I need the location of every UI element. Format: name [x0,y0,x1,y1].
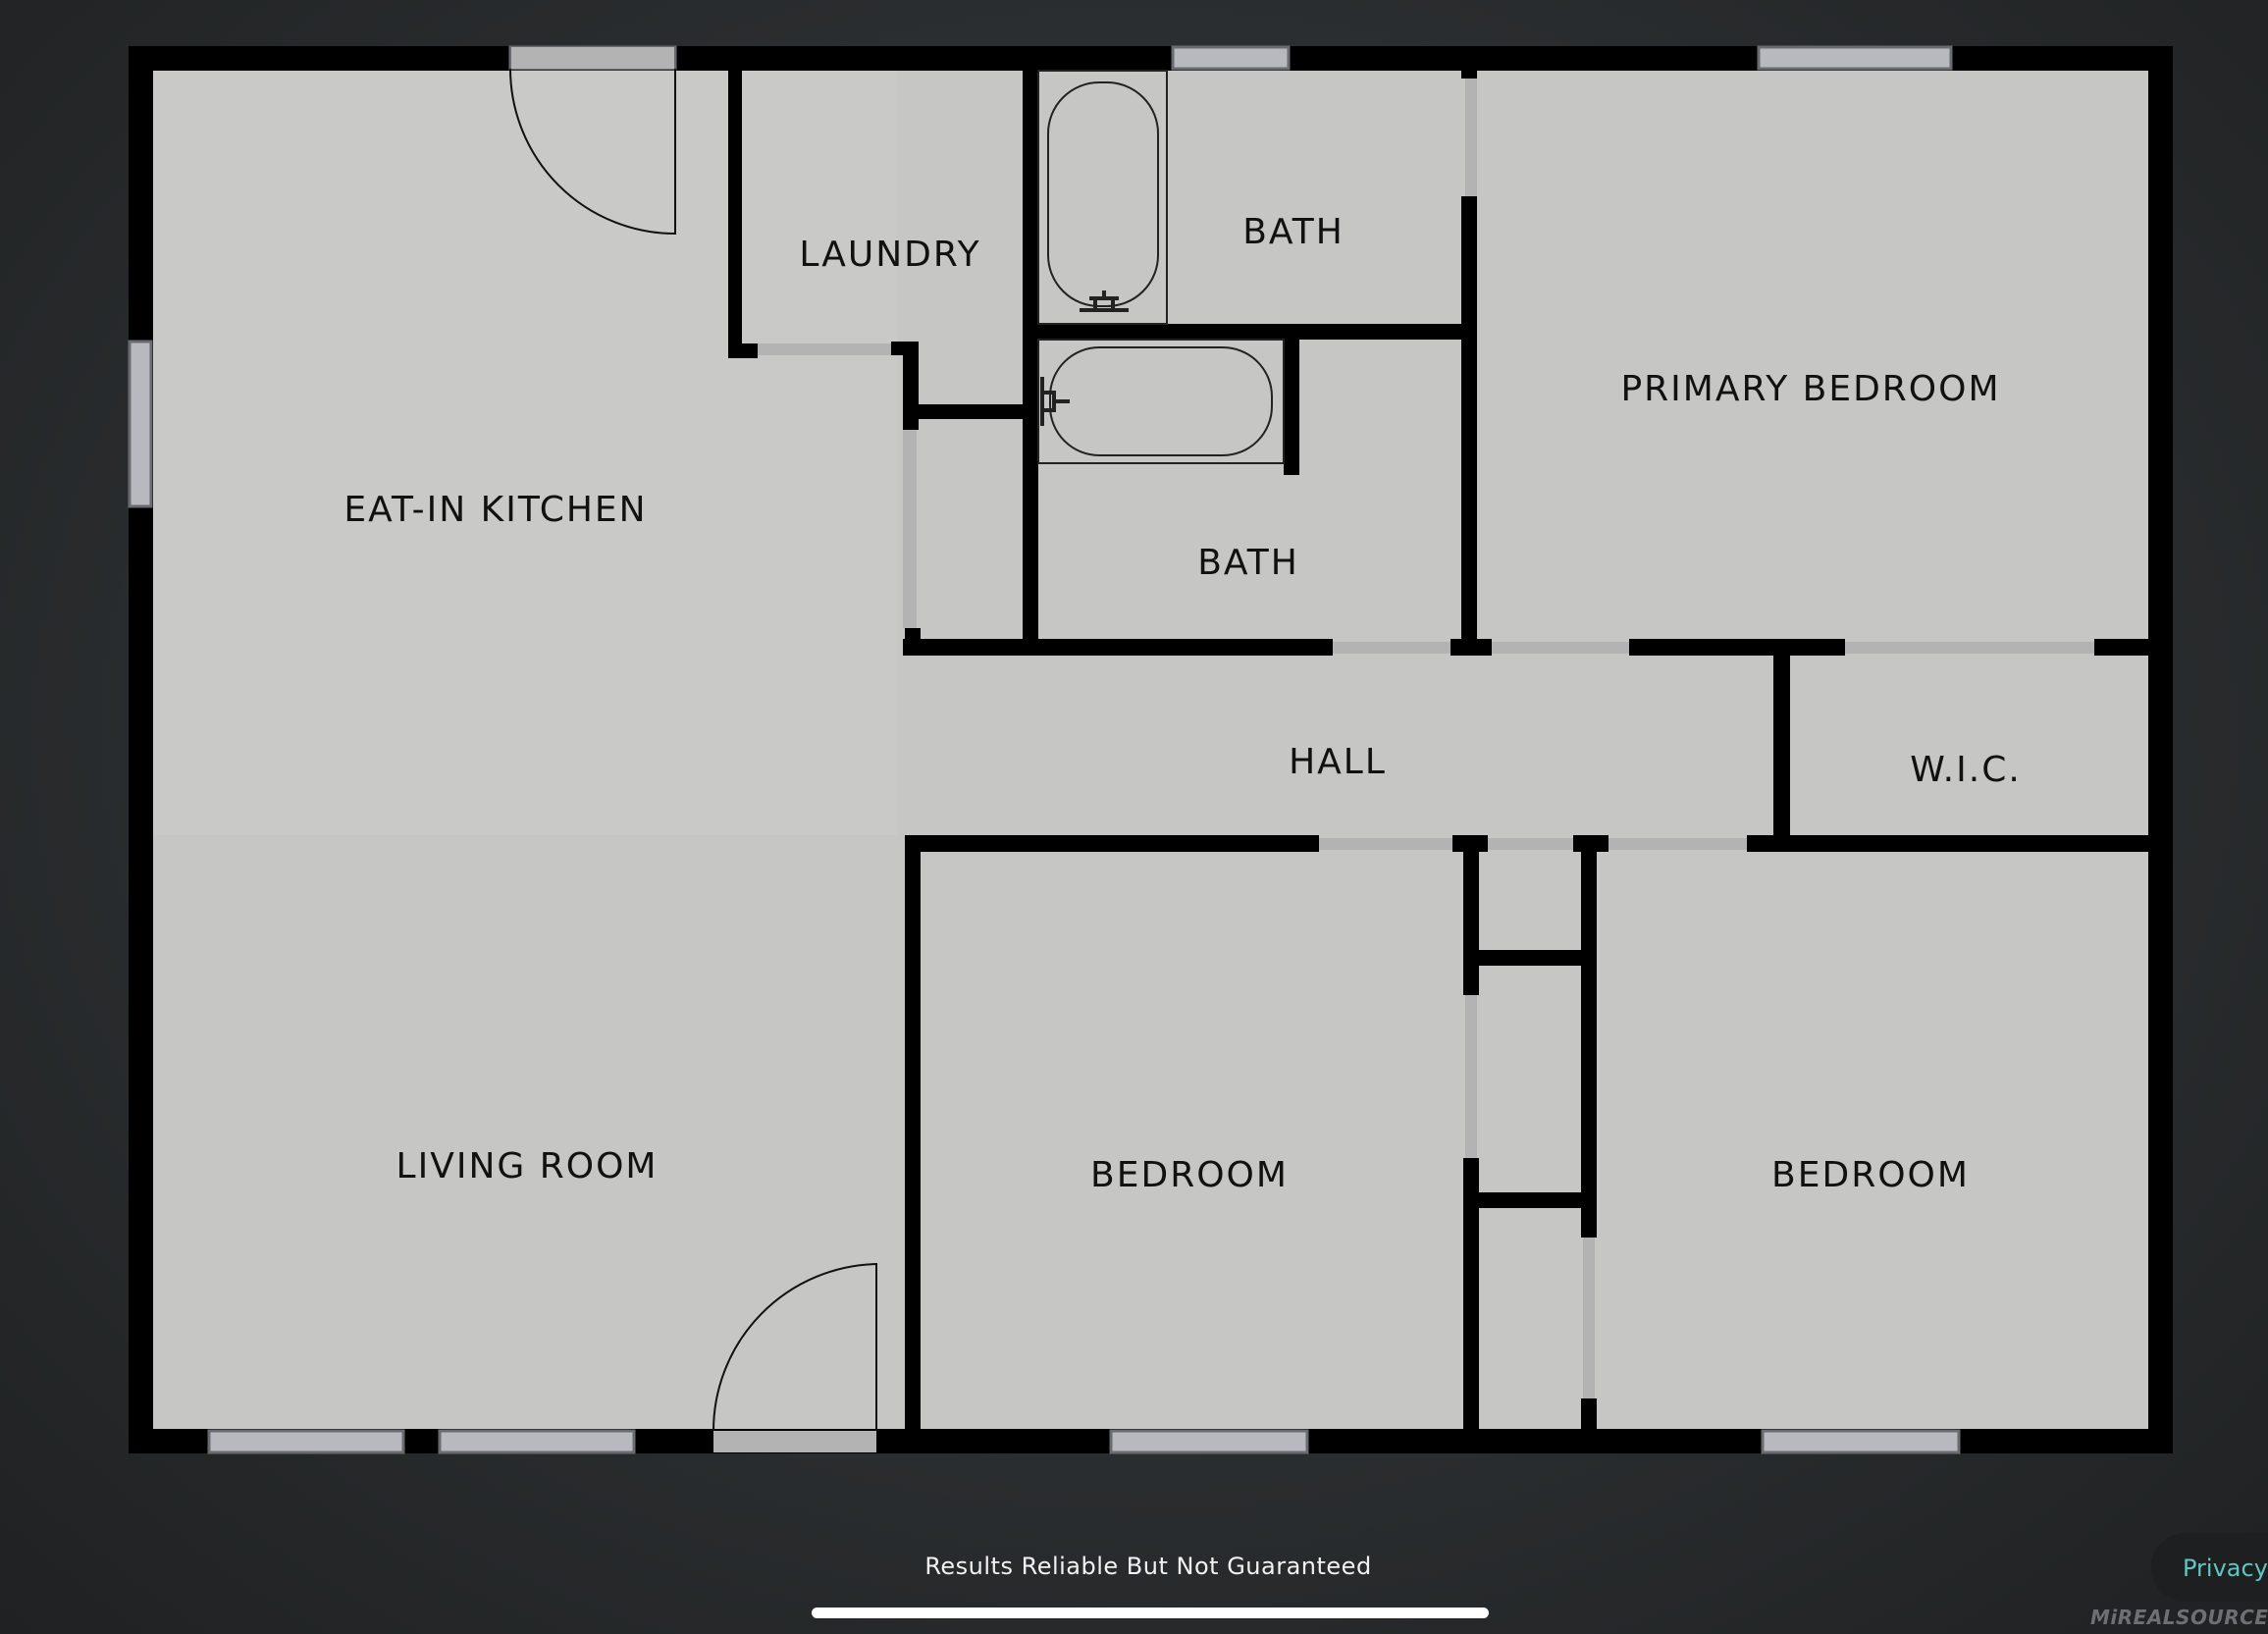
window-living-bottom-2 [438,1429,636,1454]
room-label-bath-lower: BATH [1197,543,1299,583]
floor-plan: EAT-IN KITCHEN LAUNDRY BATH BATH PRIMARY… [128,45,2173,1454]
privacy-label[interactable]: Privacy [2183,1555,2268,1582]
home-indicator-bar[interactable] [812,1608,1489,1618]
window-bedroom-right-bottom [1761,1429,1961,1454]
mirealsource-logo: MiREALSOURCE [2090,1606,2268,1629]
disclaimer-text: Results Reliable But Not Guaranteed [924,1553,1372,1580]
window-primary-top [1757,45,1953,71]
kitchen-floor-shade [129,46,897,835]
window-bath-top [1171,45,1291,71]
room-label-laundry: LAUNDRY [799,235,980,275]
room-label-wic: W.I.C. [1910,750,2022,790]
room-label-bedroom-center: BEDROOM [1090,1155,1289,1195]
room-label-eat-in-kitchen: EAT-IN KITCHEN [343,490,647,530]
room-label-bath-upper: BATH [1242,212,1345,252]
window-living-bottom-1 [207,1429,405,1454]
room-label-living-room: LIVING ROOM [396,1146,659,1186]
window-bedroom-bottom [1109,1429,1309,1454]
room-label-hall: HALL [1289,742,1387,782]
window-kitchen-left [128,340,153,508]
room-label-primary-bedroom: PRIMARY BEDROOM [1620,369,2000,409]
room-label-bedroom-right: BEDROOM [1771,1155,1970,1195]
